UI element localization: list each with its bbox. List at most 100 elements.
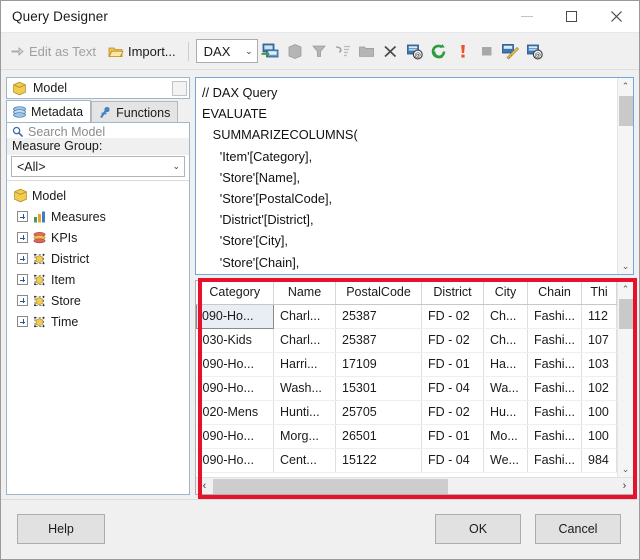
refresh-button[interactable]	[428, 39, 450, 63]
tree-item-district[interactable]: District	[7, 248, 189, 269]
query-language-select[interactable]: DAX ⌄	[195, 39, 258, 63]
cube-button[interactable]	[284, 39, 306, 63]
dax-query-editor[interactable]: // DAX Query EVALUATE SUMMARIZECOLUMNS( …	[195, 77, 634, 275]
expand-icon[interactable]	[17, 253, 28, 264]
help-button[interactable]: Help	[17, 514, 105, 544]
results-grid-horizontal-scrollbar[interactable]: ‹ ›	[196, 477, 633, 494]
delete-button[interactable]	[380, 39, 402, 63]
cell-name[interactable]: Charl...	[273, 328, 336, 353]
cell-category[interactable]: 030-Kids	[196, 328, 274, 353]
tree-item-store[interactable]: Store	[7, 290, 189, 311]
table-row[interactable]: 090-Ho... Cent... 15122 FD - 04 We... Fa…	[196, 448, 617, 473]
column-header-postalcode[interactable]: PostalCode	[335, 281, 422, 305]
sort-button[interactable]	[332, 39, 354, 63]
tab-metadata[interactable]: Metadata	[6, 100, 92, 123]
close-button[interactable]	[594, 1, 639, 33]
cell-name[interactable]: Cent...	[273, 448, 336, 473]
scroll-up-icon[interactable]: ⌃	[622, 78, 630, 94]
cell-district[interactable]: FD - 02	[421, 400, 484, 425]
cell-postalcode[interactable]: 25387	[335, 304, 422, 329]
cell-chain[interactable]: Fashi...	[527, 400, 582, 425]
cell-chain[interactable]: Fashi...	[527, 352, 582, 377]
cell-city[interactable]: Ch...	[483, 304, 528, 329]
scroll-right-icon[interactable]: ›	[616, 480, 633, 492]
ok-button[interactable]: OK	[435, 514, 521, 544]
cell-postalcode[interactable]: 25387	[335, 328, 422, 353]
add-dataset-button[interactable]	[260, 39, 282, 63]
table-row[interactable]: 090-Ho... Morg... 26501 FD - 01 Mo... Fa…	[196, 424, 617, 449]
dax-editor-vertical-scrollbar[interactable]: ⌃ ⌄	[617, 78, 633, 274]
scroll-down-icon[interactable]: ⌄	[622, 461, 630, 477]
cell-district[interactable]: FD - 01	[421, 424, 484, 449]
cell-chain[interactable]: Fashi...	[527, 448, 582, 473]
scroll-left-icon[interactable]: ‹	[196, 480, 213, 492]
cell-district[interactable]: FD - 04	[421, 376, 484, 401]
expand-icon[interactable]	[17, 295, 28, 306]
cell-name[interactable]: Morg...	[273, 424, 336, 449]
column-header-category[interactable]: Category	[196, 281, 274, 305]
expand-icon[interactable]	[17, 316, 28, 327]
tree-item-model[interactable]: Model	[7, 185, 189, 206]
cell-name[interactable]: Charl...	[273, 304, 336, 329]
expand-icon[interactable]	[17, 232, 28, 243]
cell-this-year-sales[interactable]: 100	[581, 400, 617, 425]
expand-icon[interactable]	[17, 274, 28, 285]
cancel-button[interactable]: Cancel	[535, 514, 621, 544]
tree-item-kpis[interactable]: KPIs	[7, 227, 189, 248]
column-header-district[interactable]: District	[421, 281, 484, 305]
scrollbar-thumb[interactable]	[213, 478, 448, 494]
cell-postalcode[interactable]: 15301	[335, 376, 422, 401]
tree-item-item[interactable]: Item	[7, 269, 189, 290]
cell-this-year-sales[interactable]: 100	[581, 424, 617, 449]
warning-button[interactable]	[452, 39, 474, 63]
filter-button[interactable]	[308, 39, 330, 63]
scroll-down-icon[interactable]: ⌄	[622, 258, 630, 274]
column-header-this-year-sales[interactable]: Thi	[581, 281, 617, 305]
cell-this-year-sales[interactable]: 107	[581, 328, 617, 353]
tree-item-time[interactable]: Time	[7, 311, 189, 332]
expand-icon[interactable]	[17, 211, 28, 222]
cell-district[interactable]: FD - 02	[421, 328, 484, 353]
results-grid-vertical-scrollbar[interactable]: ⌃ ⌄	[617, 281, 633, 477]
column-header-city[interactable]: City	[483, 281, 528, 305]
cell-postalcode[interactable]: 25705	[335, 400, 422, 425]
design-mode-button[interactable]	[500, 39, 522, 63]
cell-category[interactable]: 020-Mens	[196, 400, 274, 425]
maximize-button[interactable]	[549, 1, 594, 33]
table-row[interactable]: 090-Ho... Harri... 17109 FD - 01 Ha... F…	[196, 352, 617, 377]
measure-group-select[interactable]: <All> ⌄	[11, 156, 185, 177]
import-button[interactable]: Import...	[103, 41, 181, 62]
cell-city[interactable]: We...	[483, 448, 528, 473]
cell-postalcode[interactable]: 17109	[335, 352, 422, 377]
scrollbar-thumb[interactable]	[618, 299, 633, 329]
cell-chain[interactable]: Fashi...	[527, 424, 582, 449]
cell-city[interactable]: Ha...	[483, 352, 528, 377]
cell-chain[interactable]: Fashi...	[527, 304, 582, 329]
cell-this-year-sales[interactable]: 102	[581, 376, 617, 401]
panel-restore-button[interactable]	[172, 80, 187, 96]
cell-chain[interactable]: Fashi...	[527, 328, 582, 353]
cell-city[interactable]: Ch...	[483, 328, 528, 353]
cell-district[interactable]: FD - 02	[421, 304, 484, 329]
scroll-up-icon[interactable]: ⌃	[622, 281, 630, 297]
table-row[interactable]: 030-Kids Charl... 25387 FD - 02 Ch... Fa…	[196, 328, 617, 353]
minimize-button[interactable]	[504, 1, 549, 33]
cell-chain[interactable]: Fashi...	[527, 376, 582, 401]
cell-this-year-sales[interactable]: 984	[581, 448, 617, 473]
cell-this-year-sales[interactable]: 112	[581, 304, 617, 329]
search-input-placeholder[interactable]: Search Model	[28, 125, 105, 139]
cell-city[interactable]: Wa...	[483, 376, 528, 401]
cell-category[interactable]: 090-Ho...	[196, 352, 274, 377]
cell-name[interactable]: Harri...	[273, 352, 336, 377]
cell-category[interactable]: 090-Ho...	[196, 424, 274, 449]
cell-district[interactable]: FD - 01	[421, 352, 484, 377]
cell-city[interactable]: Mo...	[483, 424, 528, 449]
cell-this-year-sales[interactable]: 103	[581, 352, 617, 377]
cell-district[interactable]: FD - 04	[421, 448, 484, 473]
table-row[interactable]: 020-Mens Hunti... 25705 FD - 02 Hu... Fa…	[196, 400, 617, 425]
edit-as-text-button[interactable]: Edit as Text	[5, 41, 101, 62]
tab-functions[interactable]: Functions	[91, 101, 179, 123]
cell-category[interactable]: 090-Ho...	[196, 448, 274, 473]
cell-city[interactable]: Hu...	[483, 400, 528, 425]
tree-item-measures[interactable]: Measures	[7, 206, 189, 227]
